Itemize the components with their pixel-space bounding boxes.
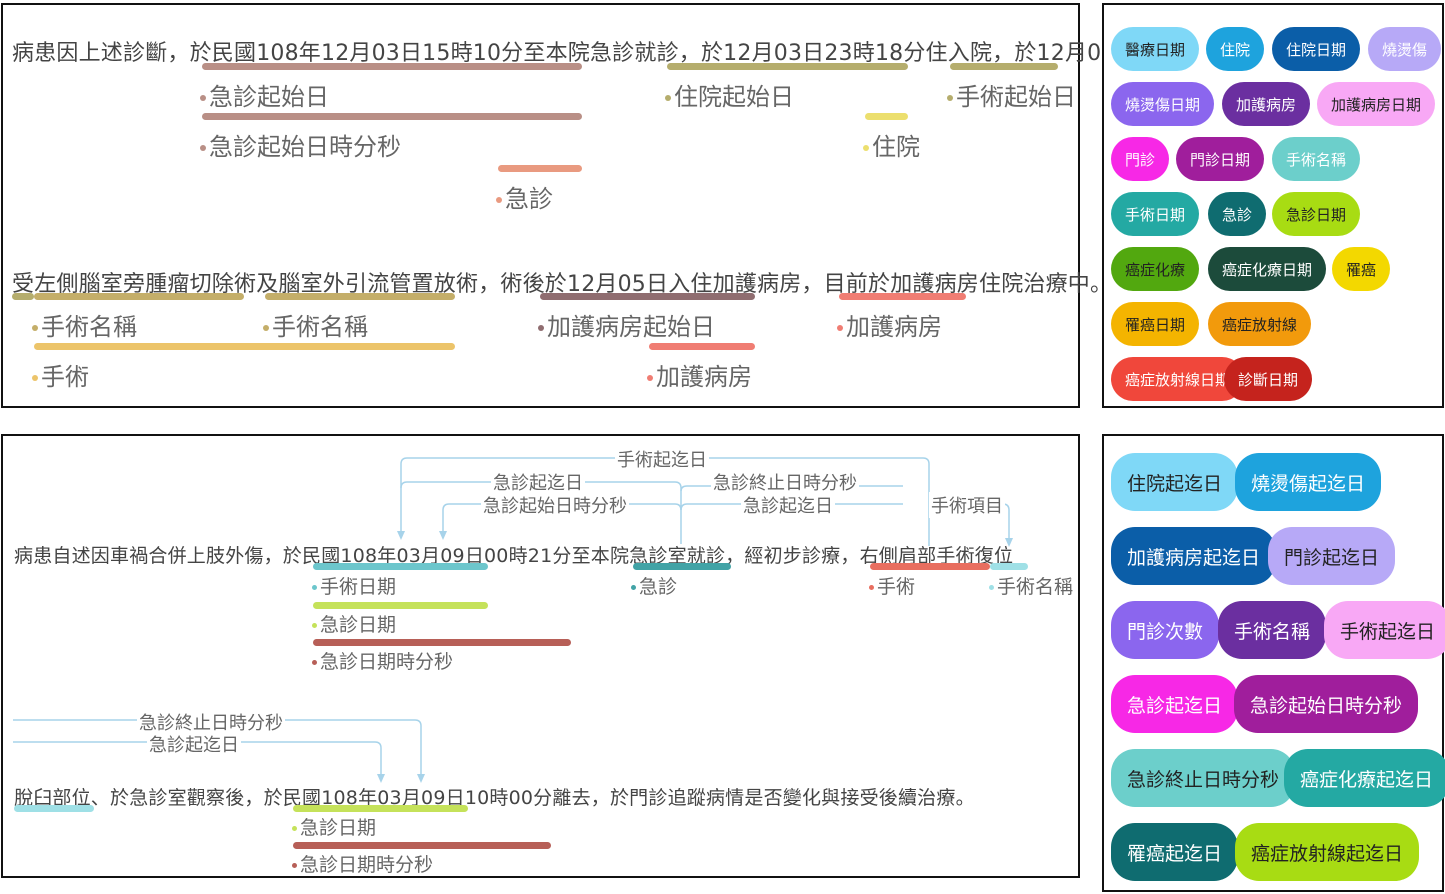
entity-label[interactable]: 手術名稱 (263, 307, 368, 342)
entity-label[interactable]: 住院 (863, 127, 920, 162)
legend-tag[interactable]: 癌症放射線起迄日 (1235, 823, 1420, 881)
bottom-legend-panel: 住院起迄日 燒燙傷起迄日 加護病房起迄日 門診起迄日 門診次數 手術名稱 手術起… (1102, 434, 1445, 892)
span-bar[interactable] (498, 165, 582, 172)
bottom-annotation-panel: 手術起迄日 急診起迄日 急診終止日時分秒 急診起始日時分秒 急診起迄日 手術項目… (1, 434, 1080, 878)
legend-tag[interactable]: 醫療日期 (1111, 27, 1200, 71)
legend-tag[interactable]: 診斷日期 (1224, 357, 1313, 401)
relation-label[interactable]: 手術項目 (929, 492, 1005, 518)
legend-tag[interactable]: 燒燙傷日期 (1111, 82, 1215, 126)
span-bar[interactable] (870, 563, 990, 570)
entity-label[interactable]: 急診 (496, 179, 553, 214)
entity-label[interactable]: 手術 (32, 357, 89, 392)
span-bar[interactable] (313, 563, 488, 570)
span-bar[interactable] (293, 842, 551, 849)
span-bar[interactable] (865, 113, 908, 120)
top-legend-panel: 醫療日期 住院 住院日期 燒燙傷 燒燙傷日期 加護病房 加護病房日期 門診 門診… (1102, 3, 1444, 408)
entity-label[interactable]: 加護病房 (647, 357, 752, 392)
span-bar[interactable] (34, 343, 455, 350)
legend-tag[interactable]: 燒燙傷起迄日 (1235, 453, 1382, 511)
entity-label[interactable]: 急診日期時分秒 (292, 850, 433, 877)
legend-tag[interactable]: 門診日期 (1176, 137, 1265, 181)
relation-label[interactable]: 手術起迄日 (615, 446, 709, 472)
entity-label[interactable]: 急診日期 (312, 610, 396, 637)
entity-label[interactable]: 住院起始日 (665, 77, 794, 112)
legend-tag[interactable]: 住院起迄日 (1111, 453, 1239, 511)
entity-label[interactable]: 急診起始日 (200, 77, 329, 112)
span-bar[interactable] (540, 293, 755, 300)
legend-tag[interactable]: 加護病房起迄日 (1111, 527, 1277, 585)
entity-label[interactable]: 加護病房 (837, 307, 942, 342)
relation-label[interactable]: 急診起迄日 (147, 731, 241, 757)
legend-tag[interactable]: 罹癌日期 (1111, 302, 1200, 346)
legend-tag[interactable]: 手術名稱 (1272, 137, 1361, 181)
legend-tag[interactable]: 燒燙傷 (1368, 27, 1442, 71)
legend-tag[interactable]: 急診終止日時分秒 (1111, 749, 1296, 807)
entity-label[interactable]: 急診日期 (292, 813, 376, 840)
span-bar[interactable] (265, 293, 455, 300)
top-annotation-panel: 病患因上述診斷，於民國108年12月03日15時10分至本院急診就診，於12月0… (1, 3, 1160, 408)
entity-label[interactable]: 手術名稱 (32, 307, 137, 342)
legend-tag[interactable]: 癌症化療日期 (1208, 247, 1327, 291)
legend-tag[interactable]: 門診次數 (1111, 601, 1220, 659)
span-bar[interactable] (313, 639, 571, 646)
entity-label[interactable]: 急診起始日時分秒 (200, 127, 401, 162)
bottom-sentence-line2: 脫臼部位、於急診室觀察後，於民國108年03月09日10時00分離去，於門診追蹤… (14, 787, 975, 809)
entity-label[interactable]: 手術起始日 (947, 77, 1076, 112)
entity-label[interactable]: 加護病房起始日 (538, 307, 715, 342)
span-bar[interactable] (14, 805, 94, 812)
legend-tag[interactable]: 罹癌起迄日 (1111, 823, 1239, 881)
legend-tag[interactable]: 急診日期 (1272, 192, 1361, 236)
legend-tag[interactable]: 癌症放射線 (1208, 302, 1312, 346)
span-bar[interactable] (990, 563, 1028, 570)
span-bar[interactable] (313, 602, 488, 609)
entity-label[interactable]: 急診 (631, 572, 677, 599)
entity-label[interactable]: 手術 (869, 572, 915, 599)
entity-label[interactable]: 急診日期時分秒 (312, 647, 453, 674)
legend-tag[interactable]: 加護病房日期 (1317, 82, 1436, 126)
relation-label[interactable]: 急診起始日時分秒 (481, 492, 629, 518)
span-bar[interactable] (34, 293, 244, 300)
span-bar[interactable] (293, 805, 468, 812)
span-bar[interactable] (667, 63, 908, 70)
legend-tag[interactable]: 手術名稱 (1218, 601, 1327, 659)
entity-label[interactable]: 手術名稱 (989, 572, 1073, 599)
span-bar[interactable] (950, 63, 1058, 70)
legend-tag[interactable]: 門診 (1111, 137, 1170, 181)
legend-tag[interactable]: 住院日期 (1272, 27, 1361, 71)
legend-tag[interactable]: 手術日期 (1111, 192, 1200, 236)
legend-tag[interactable]: 急診 (1208, 192, 1267, 236)
legend-tag[interactable]: 手術起迄日 (1324, 601, 1445, 659)
legend-tag[interactable]: 急診起始日時分秒 (1234, 675, 1419, 733)
legend-tag[interactable]: 癌症化療 (1111, 247, 1200, 291)
span-bar[interactable] (12, 293, 34, 300)
span-bar[interactable] (839, 293, 966, 300)
legend-tag[interactable]: 癌症化療起迄日 (1284, 749, 1445, 807)
span-bar[interactable] (649, 343, 755, 350)
span-bar[interactable] (202, 113, 582, 120)
legend-tag[interactable]: 罹癌 (1332, 247, 1391, 291)
span-bar[interactable] (202, 63, 582, 70)
relation-label[interactable]: 急診起迄日 (741, 492, 835, 518)
legend-tag[interactable]: 門診起迄日 (1268, 527, 1396, 585)
legend-tag[interactable]: 住院 (1206, 27, 1265, 71)
span-bar[interactable] (633, 563, 731, 570)
legend-tag[interactable]: 加護病房 (1222, 82, 1311, 126)
bottom-sentence-line1: 病患自述因車禍合併上肢外傷，於民國108年03月09日00時21分至本院急診室就… (14, 545, 1014, 567)
legend-tag[interactable]: 急診起迄日 (1111, 675, 1239, 733)
entity-label[interactable]: 手術日期 (312, 572, 396, 599)
